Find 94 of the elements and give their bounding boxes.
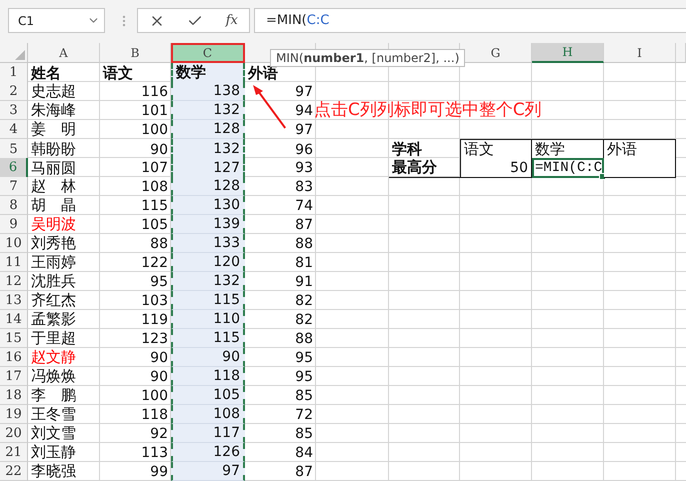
table-header-cell-text: 语文: [102, 63, 134, 83]
table-cell-text: 100: [140, 386, 169, 405]
table-cell-text: 85: [294, 386, 314, 405]
student-name: 冯焕焕: [30, 367, 77, 386]
table-cell-text: 92: [149, 424, 169, 443]
table-cell-text: 100: [140, 120, 169, 139]
student-name: 孟繁影: [30, 310, 77, 329]
table-cell-text: 82: [294, 292, 314, 310]
table-cell-text: 118: [140, 406, 169, 424]
student-name: 王雨婷: [30, 253, 77, 272]
table-header-cell: 数学: [532, 139, 604, 160]
table-cell-text: 95: [294, 348, 314, 367]
table-cell-text: 94: [294, 102, 314, 120]
table-cell-text: 90: [149, 348, 169, 367]
table-cell-text: 103: [140, 292, 169, 310]
table-cell: 127: [171, 158, 245, 178]
table-cell-text: 97: [294, 120, 314, 139]
table-cell: 120: [171, 253, 245, 272]
table-cell-text: 107: [140, 159, 169, 178]
table-cell: 132: [171, 101, 245, 120]
table-cell: 115: [171, 329, 245, 348]
student-name: 朱海峰: [30, 101, 77, 120]
table-cell-text: 115: [140, 196, 169, 215]
table-cell: 97: [171, 462, 245, 481]
table-cell-text: 87: [294, 462, 314, 481]
table-header-cell: 数学: [171, 63, 245, 83]
student-name: 赵 林: [30, 177, 77, 196]
student-name: 李晓强: [30, 462, 77, 481]
table-cell-text: 83: [294, 178, 314, 196]
table-cell-text: 119: [140, 310, 169, 329]
table-cell: 128: [171, 120, 245, 139]
table-cell-text: 116: [140, 82, 169, 101]
table-cell: 130: [171, 196, 245, 215]
student-name: 韩盼盼: [30, 139, 77, 160]
table-cell-text: 101: [140, 102, 169, 120]
table-cell: 110: [171, 310, 245, 329]
student-name: 姜 明: [30, 120, 77, 139]
student-name: 刘玉静: [30, 443, 77, 462]
table-cell: 105: [171, 386, 245, 405]
table-cell-text: 113: [140, 444, 169, 462]
table-header-cell-text: 学科: [391, 139, 423, 159]
student-name: 刘文雪: [30, 424, 77, 443]
student-name: 于里超: [30, 329, 77, 348]
annotation-text: 点击C列列标即可选中整个C列: [314, 99, 542, 121]
table-cell: 108: [171, 405, 245, 424]
table-cell-text: 85: [294, 424, 314, 443]
table-cell-text: 93: [294, 159, 314, 178]
table-cell-text: 99: [149, 462, 169, 481]
table-cell-text: 122: [140, 254, 169, 272]
table-cell-text: 105: [140, 216, 169, 234]
student-name: 沈胜兵: [30, 272, 77, 291]
table-cell-text: 90: [149, 140, 169, 160]
table-cell: 118: [171, 367, 245, 386]
student-name: 胡 晶: [30, 196, 77, 215]
table-cell-text: 88: [149, 234, 169, 253]
student-name: 赵文静: [30, 348, 77, 367]
table-cell-text: 95: [149, 272, 169, 291]
table-cell-text: 74: [294, 196, 314, 215]
table-cell-text: 90: [149, 368, 169, 386]
table-cell: 138: [171, 82, 245, 101]
table-cell-text: 96: [294, 140, 314, 160]
table-header-cell: 外语: [604, 139, 676, 160]
table-cell: 90: [171, 348, 245, 367]
table-cell-text: 72: [294, 406, 314, 424]
student-name: 马丽圆: [30, 158, 77, 178]
table-header-cell: 语文: [460, 139, 532, 160]
table-cell-text: 108: [140, 178, 169, 196]
table-cell-text: 87: [294, 216, 314, 234]
student-name: 吴明波: [30, 215, 77, 234]
table-header-cell-text: 姓名: [30, 63, 62, 83]
table-cell: 50: [460, 158, 532, 178]
table-cell: 132: [171, 272, 245, 291]
table-cell: 132: [171, 139, 245, 160]
formula-tooltip: MIN(number1, [number2], ...): [270, 49, 466, 67]
table-cell: 133: [171, 234, 245, 253]
table-cell: 126: [171, 443, 245, 462]
table-cell: 115: [171, 291, 245, 310]
table-cell-text: 95: [294, 368, 314, 386]
table-cell-text: 88: [294, 234, 314, 253]
student-name: 刘秀艳: [30, 234, 77, 253]
table-cell-text: 91: [294, 272, 314, 291]
table-cell: 139: [171, 215, 245, 234]
table-cell-text: 123: [140, 330, 169, 348]
table-cell-text: 84: [294, 444, 314, 462]
table-cell-text: 81: [294, 254, 314, 272]
table-cell: 128: [171, 177, 245, 196]
table-cell-text: 88: [294, 330, 314, 348]
table-cell-text: 82: [294, 310, 314, 329]
table-cell-text: 97: [294, 82, 314, 101]
student-name: 王冬雪: [30, 405, 77, 424]
student-name: 齐红杰: [30, 291, 77, 310]
student-name: 李 鹏: [30, 386, 77, 405]
table-cell: 117: [171, 424, 245, 443]
student-name: 史志超: [30, 82, 77, 101]
